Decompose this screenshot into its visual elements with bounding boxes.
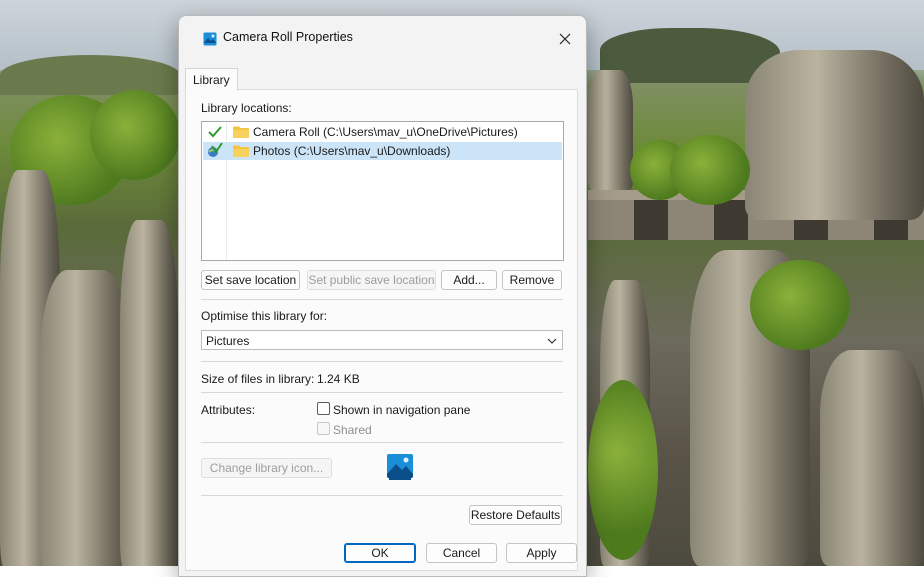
divider bbox=[201, 495, 563, 496]
shared-label: Shared bbox=[333, 423, 372, 437]
properties-dialog: Camera Roll Properties Library Library l… bbox=[178, 15, 587, 577]
divider bbox=[201, 361, 563, 362]
title-bar: Camera Roll Properties bbox=[179, 16, 586, 60]
size-value: 1.24 KB bbox=[317, 372, 360, 386]
optimise-select[interactable]: Pictures bbox=[201, 330, 563, 350]
add-location-button[interactable]: Add... bbox=[441, 270, 497, 290]
shown-in-navigation-pane-checkbox[interactable] bbox=[317, 402, 330, 415]
list-item[interactable]: Camera Roll (C:\Users\mav_u\OneDrive\Pic… bbox=[203, 123, 562, 141]
set-public-save-location-button[interactable]: Set public save location bbox=[307, 270, 436, 290]
apply-button[interactable]: Apply bbox=[506, 543, 577, 563]
check-icon bbox=[208, 126, 222, 138]
shown-in-navigation-pane-label: Shown in navigation pane bbox=[333, 403, 471, 417]
optimise-label: Optimise this library for: bbox=[201, 309, 328, 323]
list-item[interactable]: Photos (C:\Users\mav_u\Downloads) bbox=[203, 142, 562, 160]
public-save-location-icon bbox=[208, 143, 223, 157]
divider bbox=[201, 442, 563, 443]
cancel-button[interactable]: Cancel bbox=[426, 543, 497, 563]
library-pictures-icon bbox=[203, 32, 217, 46]
attributes-label: Attributes: bbox=[201, 403, 256, 417]
ok-button[interactable]: OK bbox=[344, 543, 416, 563]
folder-icon bbox=[233, 145, 249, 157]
size-label: Size of files in library: bbox=[201, 372, 315, 386]
library-locations-label: Library locations: bbox=[201, 101, 292, 115]
library-pictures-icon bbox=[387, 454, 413, 480]
library-locations-list[interactable]: Camera Roll (C:\Users\mav_u\OneDrive\Pic… bbox=[201, 121, 564, 261]
shared-checkbox[interactable] bbox=[317, 422, 330, 435]
optimise-value: Pictures bbox=[206, 334, 250, 348]
folder-icon bbox=[233, 126, 249, 138]
divider bbox=[201, 392, 563, 393]
chevron-down-icon bbox=[547, 338, 557, 344]
tab-library[interactable]: Library bbox=[185, 68, 238, 91]
remove-location-button[interactable]: Remove bbox=[502, 270, 562, 290]
dialog-title: Camera Roll Properties bbox=[223, 30, 353, 44]
location-path: Camera Roll (C:\Users\mav_u\OneDrive\Pic… bbox=[253, 125, 518, 139]
location-path: Photos (C:\Users\mav_u\Downloads) bbox=[253, 144, 451, 158]
set-save-location-button[interactable]: Set save location bbox=[201, 270, 300, 290]
restore-defaults-button[interactable]: Restore Defaults bbox=[469, 505, 562, 525]
close-button[interactable] bbox=[552, 26, 578, 52]
close-icon bbox=[559, 33, 571, 45]
divider bbox=[201, 299, 563, 300]
change-library-icon-button[interactable]: Change library icon... bbox=[201, 458, 332, 478]
